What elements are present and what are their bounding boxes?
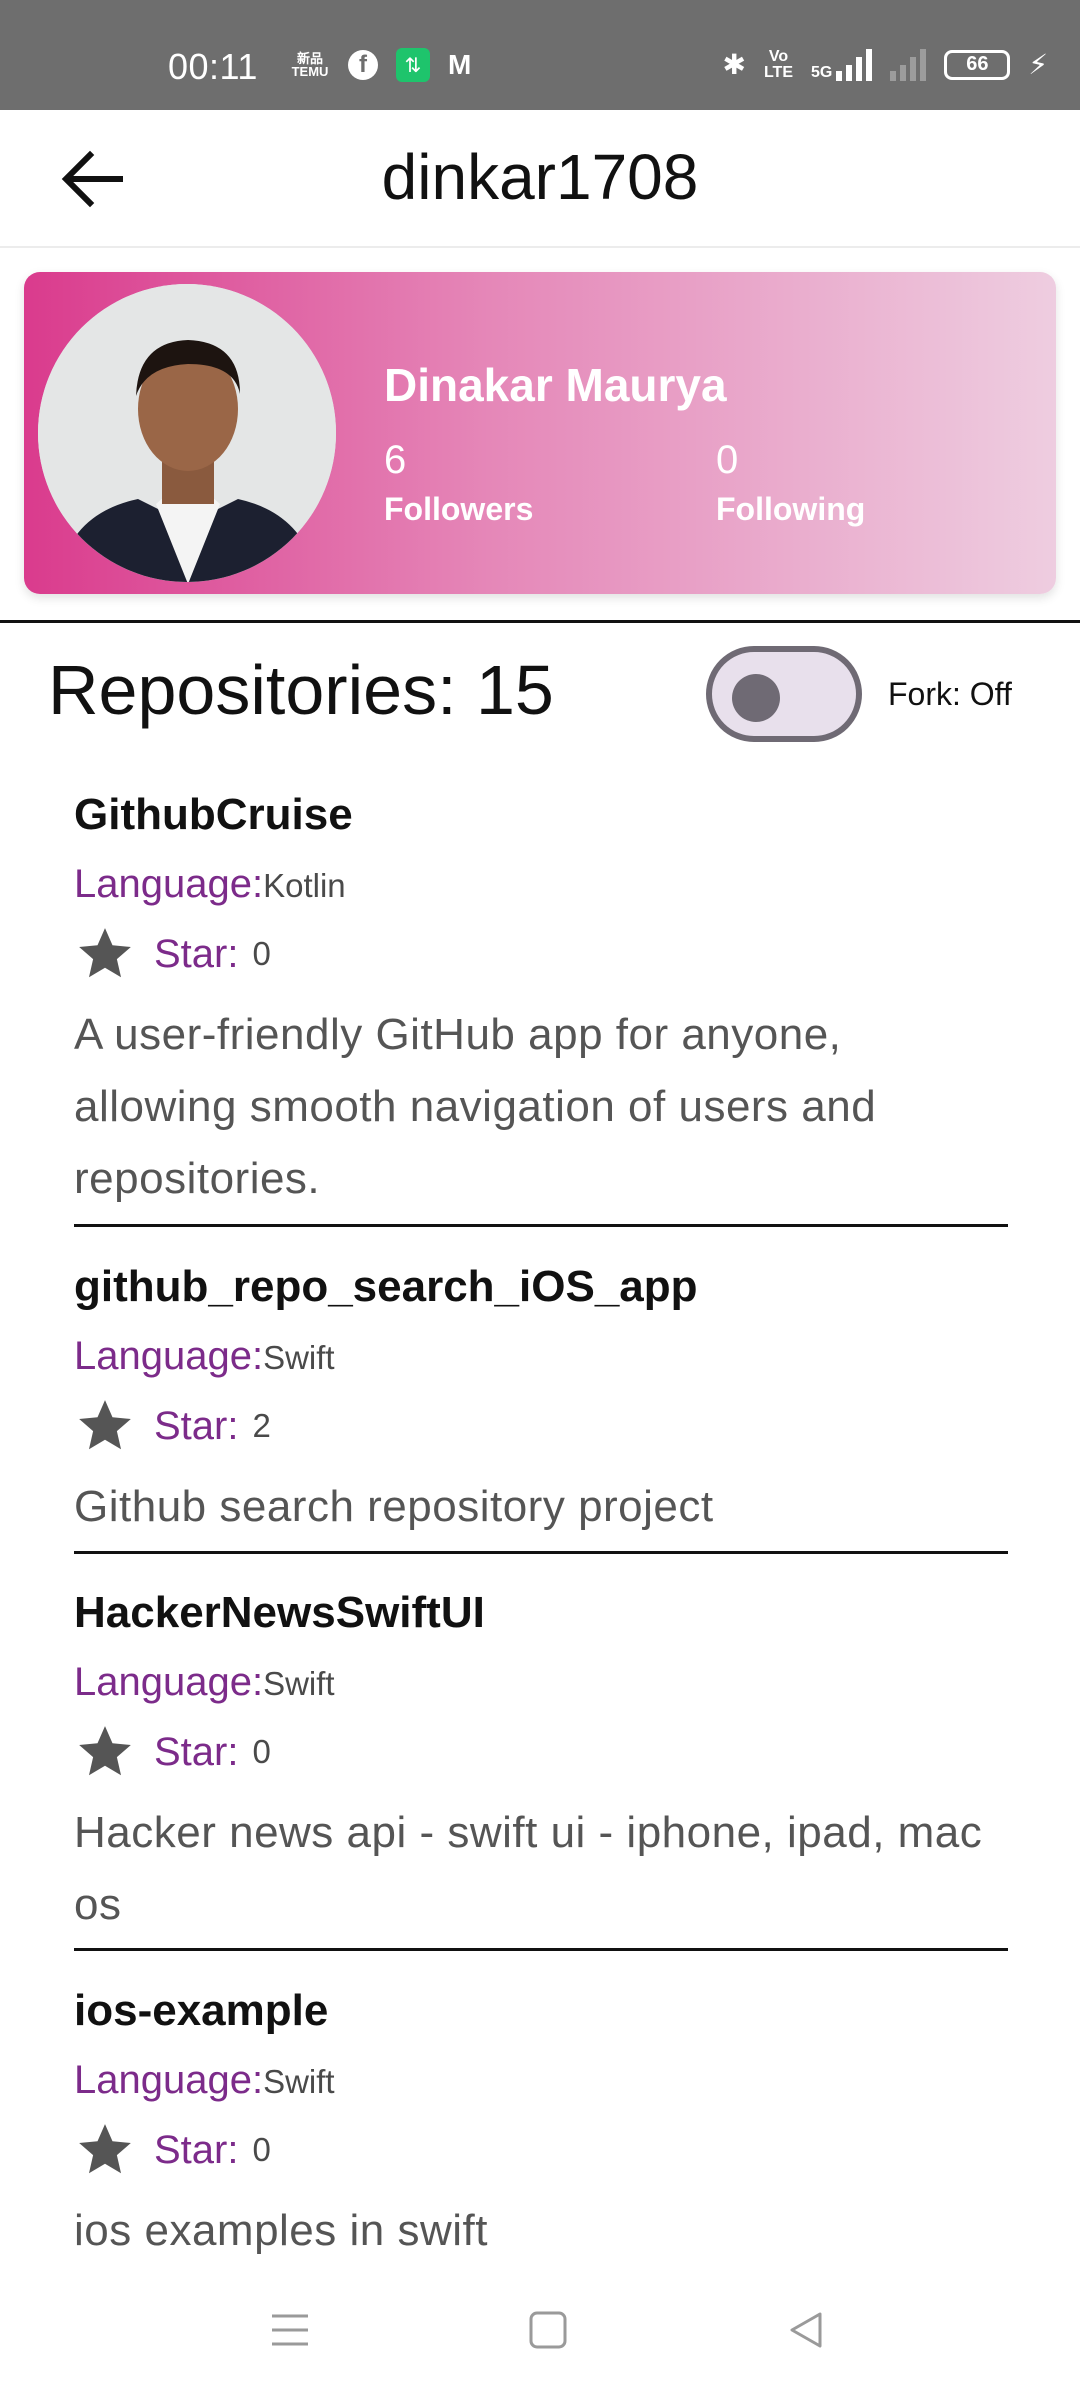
star-label: Star:: [154, 931, 239, 976]
volte-text-2: LTE: [763, 63, 793, 81]
star-count: 0: [252, 935, 271, 972]
repo-language: Language:Swift: [74, 1660, 1008, 1705]
language-value: Swift: [263, 1665, 335, 1702]
gmail-icon: M: [448, 49, 472, 80]
star-label: Star:: [154, 2127, 239, 2172]
repo-stars: Star: 0: [74, 2119, 1008, 2181]
language-label: Language:: [74, 1660, 264, 1704]
menu-lines-icon: [272, 2314, 308, 2346]
bluetooth-icon: ✱: [722, 48, 746, 80]
repo-description: Hacker news api - swift ui - iphone, ipa…: [74, 1808, 983, 1929]
charging-icon: ⚡: [1028, 49, 1048, 80]
status-time: 00:11: [168, 46, 258, 87]
star-icon: [79, 928, 131, 978]
fork-toggle[interactable]: [706, 646, 862, 742]
star-icon: [79, 1400, 131, 1450]
volte-text-1: Vo: [768, 47, 789, 65]
language-label: Language:: [74, 2058, 264, 2102]
top-app-bar: dinkar1708: [0, 110, 1080, 248]
temu-icon: 新品 TEMU: [290, 52, 330, 78]
repo-description: ios examples in swift: [74, 2206, 488, 2255]
repo-item[interactable]: github_repo_search_iOS_app Language:Swif…: [74, 1262, 1008, 1543]
repo-item[interactable]: GithubCruise Language:Kotlin Star: 0 A us…: [74, 790, 1008, 1215]
star-label: Star:: [154, 1403, 239, 1448]
repo-language: Language:Kotlin: [74, 862, 1008, 907]
system-navigation-bar: [0, 2260, 1080, 2400]
home-square-icon: [529, 2311, 567, 2349]
repo-name: ios-example: [74, 1986, 329, 2035]
language-value: Swift: [263, 2063, 335, 2100]
repo-divider: [74, 1551, 1008, 1554]
repo-language: Language:Swift: [74, 2058, 1008, 2103]
recents-button[interactable]: [230, 2260, 350, 2400]
avatar: [38, 284, 336, 582]
fork-status-label: Fork: Off: [888, 676, 1012, 712]
star-icon: [79, 2124, 131, 2174]
page-title: dinkar1708: [381, 141, 699, 213]
profile-card: Dinakar Maurya 6 Followers 0 Following: [24, 272, 1056, 594]
repo-name: github_repo_search_iOS_app: [74, 1262, 698, 1311]
following-count: 0: [716, 438, 739, 482]
signal-5g-icon: 5G: [810, 48, 873, 81]
repo-item[interactable]: HackerNewsSwiftUI Language:Swift Star: 0 …: [74, 1588, 1008, 1941]
repo-divider: [74, 1224, 1008, 1227]
star-count: 0: [252, 2131, 271, 2168]
repo-stars: Star: 0: [74, 923, 1008, 985]
repo-name: HackerNewsSwiftUI: [74, 1588, 485, 1637]
followers-stat[interactable]: 6 Followers: [384, 438, 533, 528]
repo-description: A user-friendly GitHub app for anyone, a…: [74, 1010, 877, 1203]
repo-description: Github search repository project: [74, 1482, 714, 1531]
repo-item[interactable]: ios-example Language:Swift Star: 0 ios ex…: [74, 1986, 1008, 2267]
profile-name: Dinakar Maurya: [384, 359, 727, 411]
star-count: 0: [252, 1733, 271, 1770]
star-label: Star:: [154, 1729, 239, 1774]
following-label: Following: [716, 491, 866, 527]
followers-label: Followers: [384, 491, 534, 527]
home-button[interactable]: [488, 2260, 608, 2400]
repo-stars: Star: 0: [74, 1721, 1008, 1783]
back-nav-button[interactable]: [746, 2260, 866, 2400]
network-type-label: 5G: [810, 63, 833, 81]
notification-icons: 新品 TEMU f ⇅ M: [290, 48, 471, 82]
back-triangle-icon: [790, 2312, 822, 2348]
volte-icon: Vo LTE: [763, 47, 793, 81]
system-icons: ✱ Vo LTE 5G 66 ⚡: [722, 48, 1048, 81]
repositories-count-title: Repositories: 15: [48, 651, 554, 729]
language-value: Kotlin: [263, 867, 346, 904]
temu-icon-text-2: TEMU: [291, 64, 329, 79]
section-divider: [0, 620, 1080, 623]
star-icon: [79, 1726, 131, 1776]
followers-count: 6: [384, 438, 407, 482]
signal-bars-sim2-icon: [890, 48, 927, 81]
language-label: Language:: [74, 862, 264, 906]
repo-divider: [74, 1948, 1008, 1951]
battery-icon: 66: [944, 49, 1011, 80]
following-stat[interactable]: 0 Following: [716, 438, 865, 528]
repo-language: Language:Swift: [74, 1334, 1008, 1379]
status-bar: 00:11 新品 TEMU f ⇅ M ✱ Vo LTE 5G 66 ⚡: [0, 0, 1080, 110]
facebook-icon: f: [348, 50, 378, 80]
language-value: Swift: [263, 1339, 335, 1376]
star-count: 2: [252, 1407, 271, 1444]
language-label: Language:: [74, 1334, 264, 1378]
avatar-photo: [38, 284, 336, 582]
signal-bars-icon: [836, 48, 873, 81]
data-transfer-icon: ⇅: [396, 48, 430, 82]
repo-stars: Star: 2: [74, 1395, 1008, 1457]
fork-toggle-knob: [732, 674, 780, 722]
repo-name: GithubCruise: [74, 790, 353, 839]
